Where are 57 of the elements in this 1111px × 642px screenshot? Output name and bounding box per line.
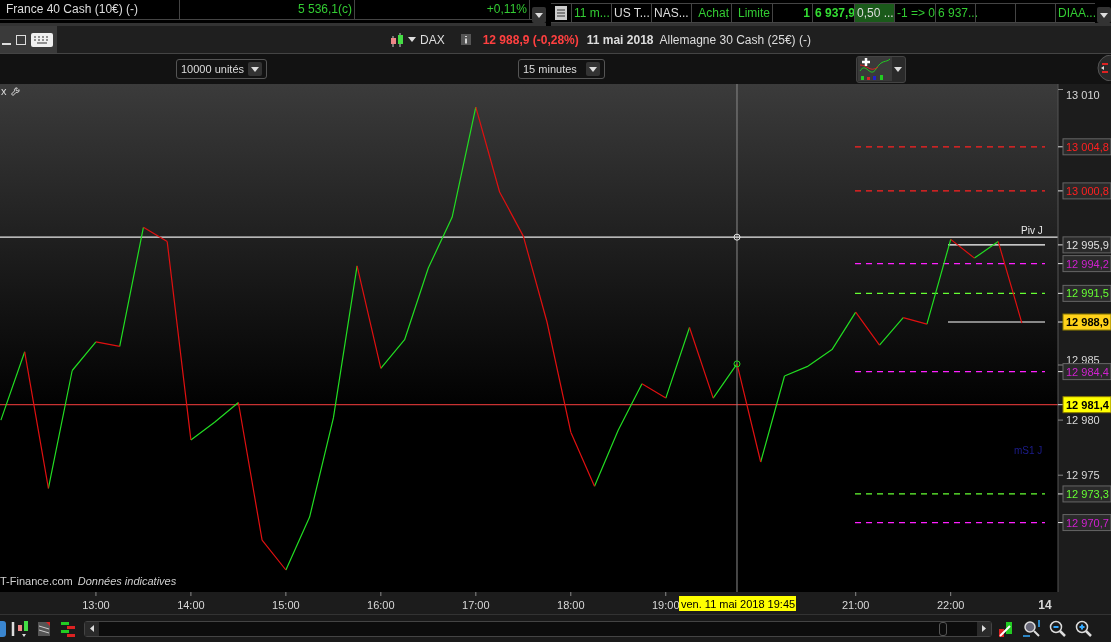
- x-tick-label: 16:00: [367, 599, 395, 611]
- time-axis-tick: 14:00: [177, 591, 205, 611]
- time-axis-tick: 19:00: [652, 591, 680, 611]
- time-axis-tick: 16:00: [367, 591, 395, 611]
- day-label: 14: [1038, 598, 1052, 612]
- time-axis-tick: 22:00: [936, 591, 965, 611]
- y-tick-label: 12 985: [1066, 354, 1100, 366]
- x-tick-label: 17:00: [462, 599, 490, 611]
- x-tick-label: 15:00: [272, 599, 300, 611]
- order-cell: Achat: [691, 4, 731, 22]
- y-tick-label: 12 975: [1066, 469, 1100, 482]
- ref-line-label: 13 004,8: [1066, 140, 1109, 153]
- time-axis-tick: 17:00: [462, 591, 490, 611]
- disclaimer-text: Données indicatives: [77, 576, 177, 587]
- ref-line-label: 12 973,3: [1066, 487, 1109, 500]
- ref-line-label: 12 994,2: [1066, 257, 1109, 270]
- price-axis-tick: 12 985: [1057, 354, 1100, 366]
- price-cell: 5 536,1(c): [180, 0, 355, 19]
- x-tick-label: 22:00: [936, 599, 965, 611]
- time-axis-tick: 21:00: [841, 591, 870, 611]
- crosshair-time-label: ven. 11 mai 2018 19:45: [679, 596, 796, 611]
- ref-line-label: 12 981,4: [1066, 398, 1110, 411]
- order-cell: US T...: [611, 4, 651, 22]
- change-cell: +0,11%: [355, 0, 530, 19]
- level-label: mS1 J: [1014, 445, 1043, 456]
- ref-line-label: 13 000,8: [1066, 184, 1109, 197]
- order-cell: DIAA...: [1055, 4, 1095, 22]
- ref-line-label: 12 984,4: [1066, 365, 1109, 378]
- source-text: T-Finance.com: [0, 576, 73, 587]
- time-axis-tick: 13:00: [82, 591, 110, 611]
- price-axis-tick: 12 975: [1057, 469, 1100, 482]
- ref-line-label: 12 988,9: [1066, 316, 1109, 329]
- x-tick-label: 18:00: [557, 599, 585, 611]
- order-cell: -1 => 0: [894, 4, 935, 22]
- time-axis-tick: 18:00: [557, 591, 585, 611]
- x-tick-label: 14:00: [177, 599, 205, 611]
- order-cell: 11 m...: [571, 4, 611, 22]
- quote-text: 12 988,9 (-0,28%): [482, 31, 579, 49]
- order-cell: NAS...: [651, 4, 691, 22]
- instrument-title: Allemagne 30 Cash (25€) (-): [659, 31, 811, 49]
- level-label: Piv J: [1021, 225, 1043, 236]
- order-cell: 1: [772, 4, 812, 22]
- time-axis-tick: 15:00: [272, 591, 300, 611]
- date-text: 11 mai 2018: [586, 31, 654, 49]
- x-tick-label: 13:00: [82, 599, 110, 611]
- order-cell: 6 937...: [935, 4, 975, 22]
- y-tick-label: 12 980: [1066, 414, 1100, 427]
- ref-line-label: 12 970,7: [1066, 516, 1109, 529]
- ref-line-label: 12 991,5: [1066, 287, 1109, 300]
- price-axis-tick: 12 980: [1057, 414, 1100, 427]
- price-axis-tick: 13 010: [1057, 88, 1100, 101]
- y-tick-label: 13 010: [1066, 88, 1100, 101]
- x-tick-label: 19:00: [652, 599, 680, 611]
- x-tick-label: 21:00: [841, 599, 870, 611]
- order-cell: Limite: [731, 4, 772, 22]
- order-cell: 0,50 ...: [854, 4, 894, 22]
- ref-line-label: 12 995,9: [1066, 238, 1109, 251]
